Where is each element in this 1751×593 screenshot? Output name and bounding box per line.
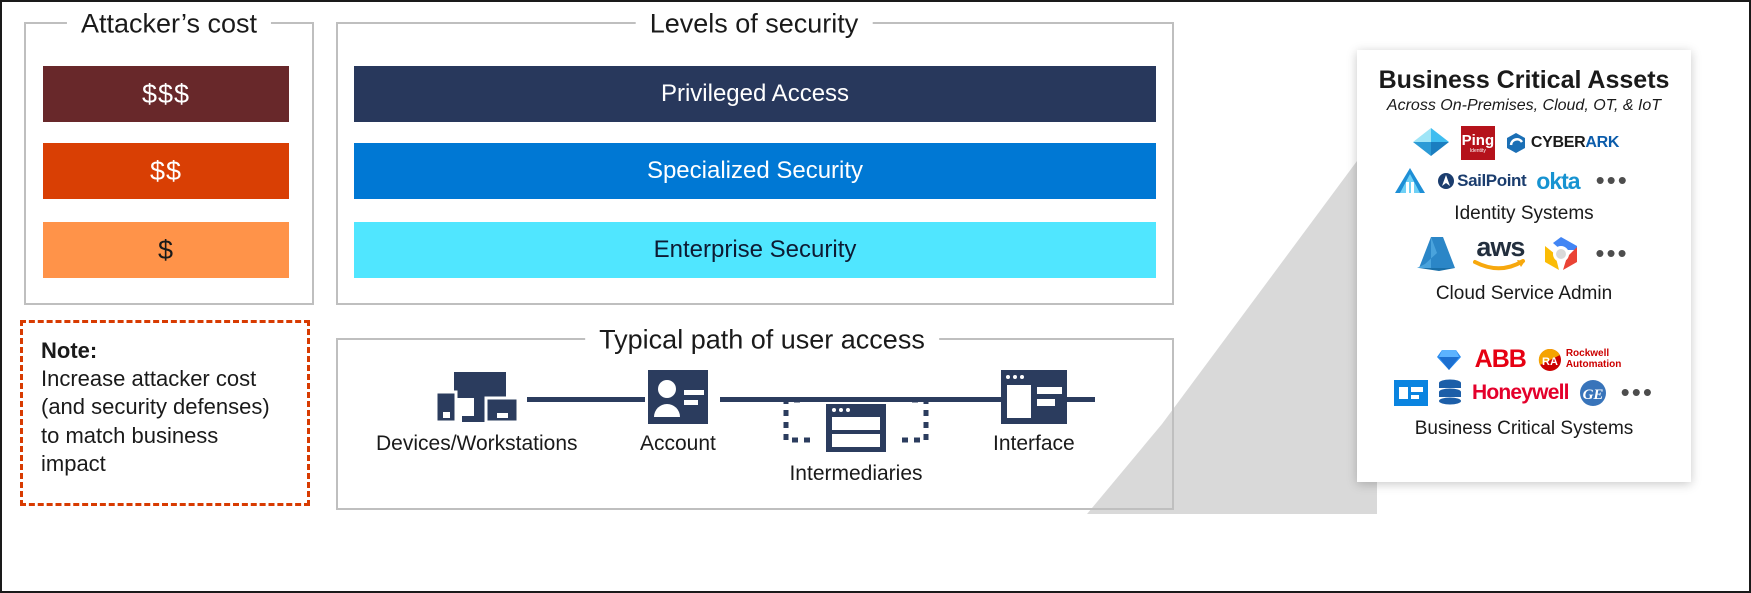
cost-bar-low-label: $ (157, 234, 175, 265)
level-bar-enterprise-security: Enterprise Security (354, 222, 1156, 278)
ping-logo-subtext: Identity (1469, 147, 1486, 154)
diagram-canvas: Attacker’s cost $$$ $$ $ Note: Increase … (0, 0, 1751, 593)
node-devices-workstations: Devices/Workstations (376, 370, 578, 456)
rockwell-mark-icon: RA (1538, 348, 1561, 371)
note-body: Increase attacker cost (and security def… (41, 365, 270, 477)
node-interface: Interface (993, 370, 1075, 456)
identity-logo-row-1: Ping Identity CYBERARK (1339, 126, 1691, 160)
sap-gem-icon (1436, 349, 1461, 370)
cost-bar-high: $$$ (43, 66, 289, 122)
cost-bar-high-label: $$$ (141, 78, 191, 109)
identity-logo-row-2: SailPoint okta ••• (1331, 166, 1691, 196)
node-interface-label: Interface (993, 432, 1075, 455)
ping-logo-text: Ping (1461, 131, 1495, 149)
cost-bar-low: $ (43, 222, 289, 278)
okta-logo: okta (1536, 167, 1580, 194)
node-intermediaries: Intermediaries (782, 398, 930, 486)
level-bar-privileged-access: Privileged Access (354, 66, 1156, 122)
cloud-logo-row: aws ••• (1353, 232, 1691, 273)
level-bar-specialized-security: Specialized Security (354, 143, 1156, 199)
business-critical-assets-panel: Business Critical Assets Across On-Premi… (1357, 50, 1691, 482)
honeywell-logo: Honeywell (1472, 381, 1569, 404)
levels-of-security-title: Levels of security (635, 8, 873, 40)
attacker-cost-title: Attacker’s cost (66, 8, 272, 40)
aws-logo: aws (1473, 232, 1527, 272)
asset-group-identity-systems-label: Identity Systems (1454, 203, 1594, 224)
access-path-title: Typical path of user access (585, 324, 939, 356)
aws-smile-icon (1473, 258, 1526, 271)
rockwell-line1: Rockwell (1565, 348, 1610, 359)
svg-text:RA: RA (1542, 356, 1558, 368)
node-devices-workstations-label: Devices/Workstations (376, 432, 578, 455)
business-critical-assets-subtitle: Across On-Premises, Cloud, OT, & IoT (1386, 97, 1662, 114)
bcs-logo-row-2: Honeywell GE ••• (1357, 379, 1691, 407)
cyberark-text-part2: ARK (1585, 134, 1620, 151)
cyberark-logo: CYBERARK (1505, 132, 1619, 154)
asset-group-business-critical-systems-label: Business Critical Systems (1414, 418, 1634, 439)
vm-app-icon (1394, 380, 1428, 406)
abb-logo: ABB (1474, 345, 1527, 373)
level-bar-enterprise-security-label: Enterprise Security (653, 236, 857, 263)
ping-identity-logo: Ping Identity (1460, 126, 1495, 160)
node-intermediaries-label: Intermediaries (789, 462, 923, 485)
identity-more-indicator: ••• (1595, 165, 1629, 196)
cyberark-text-part1: CYBER (1530, 134, 1586, 151)
node-account-label: Account (640, 432, 716, 455)
cloud-more-indicator: ••• (1595, 238, 1629, 269)
svg-text:GE: GE (1582, 387, 1603, 403)
cost-bar-medium: $$ (43, 143, 289, 199)
database-stack-icon (1439, 379, 1461, 405)
asset-group-cloud-service-admin: aws ••• Cloud Service Admin (1357, 234, 1691, 305)
sailpoint-text: SailPoint (1457, 171, 1527, 190)
note-box: Note: Increase attacker cost (and securi… (20, 320, 310, 506)
cyberark-hex-icon (1506, 133, 1525, 153)
node-account: Account (640, 370, 716, 456)
rockwell-line2: Automation (1565, 358, 1622, 370)
asset-group-identity-systems: Ping Identity CYBERARK SailPoint okta ••… (1357, 126, 1691, 225)
ge-logo: GE (1579, 380, 1606, 406)
azure-ad-icon (1412, 128, 1449, 156)
interface-window-icon (1000, 370, 1067, 424)
bcs-more-indicator: ••• (1620, 377, 1654, 408)
asset-group-business-critical-systems: ABB RA Rockwell Automation Honeywell GE … (1357, 345, 1691, 440)
bcs-logo-row-1: ABB RA Rockwell Automation (1365, 345, 1691, 374)
sailpoint-mark-icon (1438, 173, 1455, 189)
aws-text: aws (1476, 232, 1525, 263)
intermediaries-icon (783, 398, 929, 452)
account-badge-icon (647, 370, 708, 424)
level-bar-specialized-security-label: Specialized Security (646, 157, 864, 184)
rockwell-automation-logo: RA Rockwell Automation (1538, 348, 1622, 372)
google-cloud-logo (1545, 237, 1578, 270)
level-bar-privileged-access-label: Privileged Access (660, 80, 850, 107)
sailpoint-logo: SailPoint (1437, 171, 1527, 191)
cost-bar-medium-label: $$ (149, 155, 183, 186)
active-directory-icon (1395, 168, 1426, 193)
asset-group-cloud-service-admin-label: Cloud Service Admin (1435, 283, 1613, 304)
business-critical-assets-title: Business Critical Assets (1378, 66, 1670, 94)
devices-icon (434, 372, 520, 424)
azure-logo (1417, 237, 1456, 271)
note-title: Note: (41, 338, 98, 363)
